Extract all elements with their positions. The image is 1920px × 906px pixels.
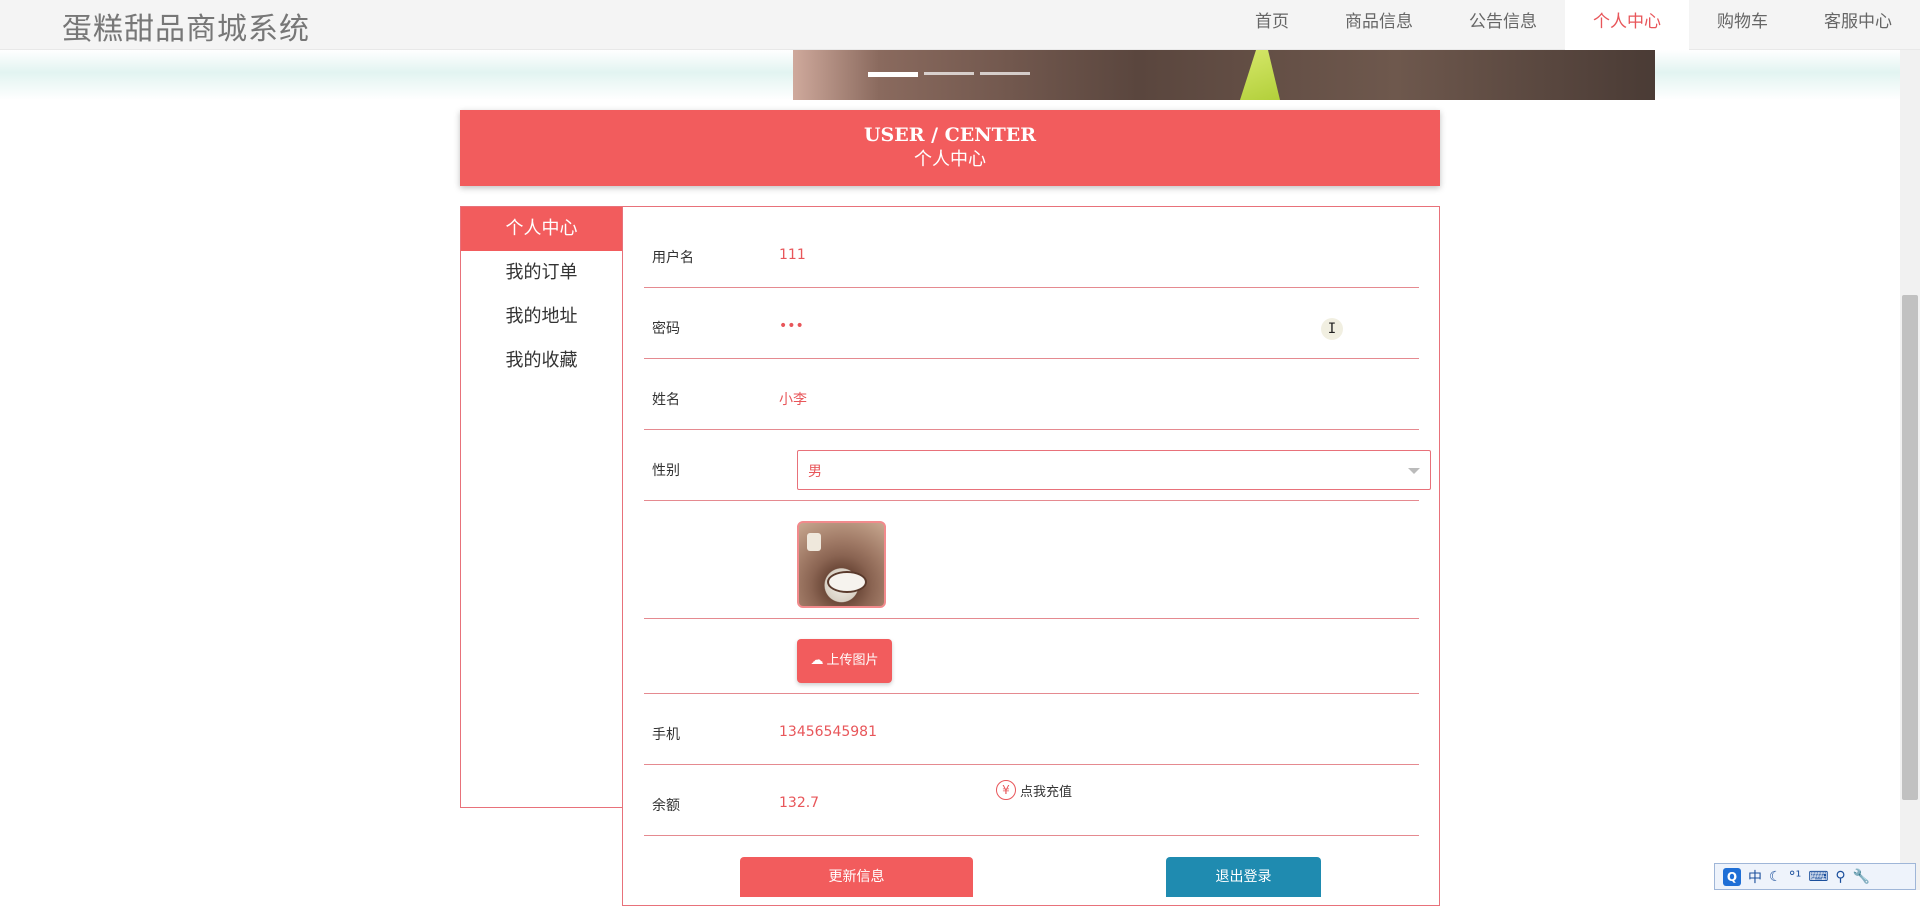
ime-logo-icon[interactable]: Q (1723, 867, 1741, 886)
form-row-balance: 余额 132.7 ¥ 点我充值 (644, 765, 1419, 836)
upload-image-label: 上传图片 (826, 653, 879, 668)
side-menu-item-orders[interactable]: 我的订单 (461, 251, 622, 295)
yen-icon: ¥ (996, 780, 1016, 800)
ime-toolbar: Q 中 ☾ °¹ ⌨ ⚲ 🔧 (1714, 863, 1916, 890)
carousel-dot[interactable] (980, 72, 1030, 75)
chevron-down-icon (1408, 468, 1420, 474)
form-row-upload: ☁ 上传图片 (644, 619, 1419, 694)
recharge-link[interactable]: ¥ 点我充值 (996, 780, 1072, 800)
nav-item-products[interactable]: 商品信息 (1317, 0, 1441, 50)
section-title-cn: 个人中心 (914, 149, 986, 170)
carousel-dot[interactable] (924, 72, 974, 75)
text-cursor-icon: I (1321, 318, 1343, 340)
gender-select[interactable]: 男 (797, 450, 1431, 490)
phone-input[interactable]: 13456545981 (779, 724, 877, 740)
update-info-button[interactable]: 更新信息 (740, 857, 973, 897)
carousel-indicators (868, 72, 1030, 77)
top-navbar: 蛋糕甜品商城系统 首页 商品信息 公告信息 个人中心 购物车 客服中心 (0, 0, 1920, 50)
phone-label: 手机 (652, 727, 680, 743)
username-label: 用户名 (652, 250, 694, 266)
side-menu-item-favorites[interactable]: 我的收藏 (461, 339, 622, 383)
site-title[interactable]: 蛋糕甜品商城系统 (62, 4, 310, 48)
avatar-image-detail (827, 571, 867, 593)
user-info-form: 用户名 111 密码 ••• 姓名 小李 性别 男 ☁ 上传图片 手机 13456… (622, 206, 1440, 906)
gender-selected-value: 男 (808, 464, 822, 480)
ime-language-toggle[interactable]: 中 (1748, 867, 1762, 887)
recharge-label: 点我充值 (1020, 784, 1073, 800)
name-input[interactable]: 小李 (779, 389, 807, 409)
nav-item-user-center[interactable]: 个人中心 (1565, 0, 1689, 50)
gender-label: 性别 (652, 463, 680, 479)
name-label: 姓名 (652, 392, 680, 408)
form-row-phone: 手机 13456545981 (644, 694, 1419, 765)
carousel-dot[interactable] (868, 72, 918, 77)
password-input[interactable]: ••• (779, 318, 804, 334)
main-nav: 首页 商品信息 公告信息 个人中心 购物车 客服中心 (1227, 0, 1920, 50)
upload-image-button[interactable]: ☁ 上传图片 (797, 639, 892, 683)
cloud-upload-icon: ☁ (810, 653, 824, 668)
nav-item-cart[interactable]: 购物车 (1689, 0, 1796, 50)
form-row-password: 密码 ••• (644, 288, 1419, 359)
username-input[interactable]: 111 (779, 247, 806, 263)
form-row-gender: 性别 男 (644, 430, 1431, 501)
ime-extra-icon[interactable]: ⚲ (1835, 869, 1845, 885)
section-header: USER / CENTER 个人中心 (460, 110, 1440, 186)
moon-icon[interactable]: ☾ (1769, 869, 1782, 885)
keyboard-icon[interactable]: ⌨ (1808, 869, 1828, 885)
avatar-image (797, 521, 886, 608)
form-row-avatar (644, 501, 1419, 619)
punctuation-icon[interactable]: °¹ (1789, 869, 1802, 885)
side-menu-item-user-center[interactable]: 个人中心 (461, 207, 622, 251)
form-row-username: 用户名 111 (644, 207, 1419, 288)
balance-label: 余额 (652, 798, 680, 814)
banner-carousel (0, 50, 1920, 100)
avatar-image-detail (807, 533, 821, 551)
nav-item-announcements[interactable]: 公告信息 (1441, 0, 1565, 50)
side-menu-item-addresses[interactable]: 我的地址 (461, 295, 622, 339)
logout-button[interactable]: 退出登录 (1166, 857, 1321, 897)
wrench-icon[interactable]: 🔧 (1853, 869, 1870, 885)
nav-item-customer-service[interactable]: 客服中心 (1796, 0, 1920, 50)
page-scrollbar-thumb[interactable] (1902, 295, 1918, 800)
form-row-name: 姓名 小李 (644, 359, 1419, 430)
nav-item-home[interactable]: 首页 (1227, 0, 1317, 50)
section-title-en: USER / CENTER (863, 124, 1037, 146)
user-side-menu: 个人中心 我的订单 我的地址 我的收藏 (460, 206, 623, 808)
balance-value: 132.7 (779, 795, 820, 811)
password-label: 密码 (652, 321, 680, 337)
